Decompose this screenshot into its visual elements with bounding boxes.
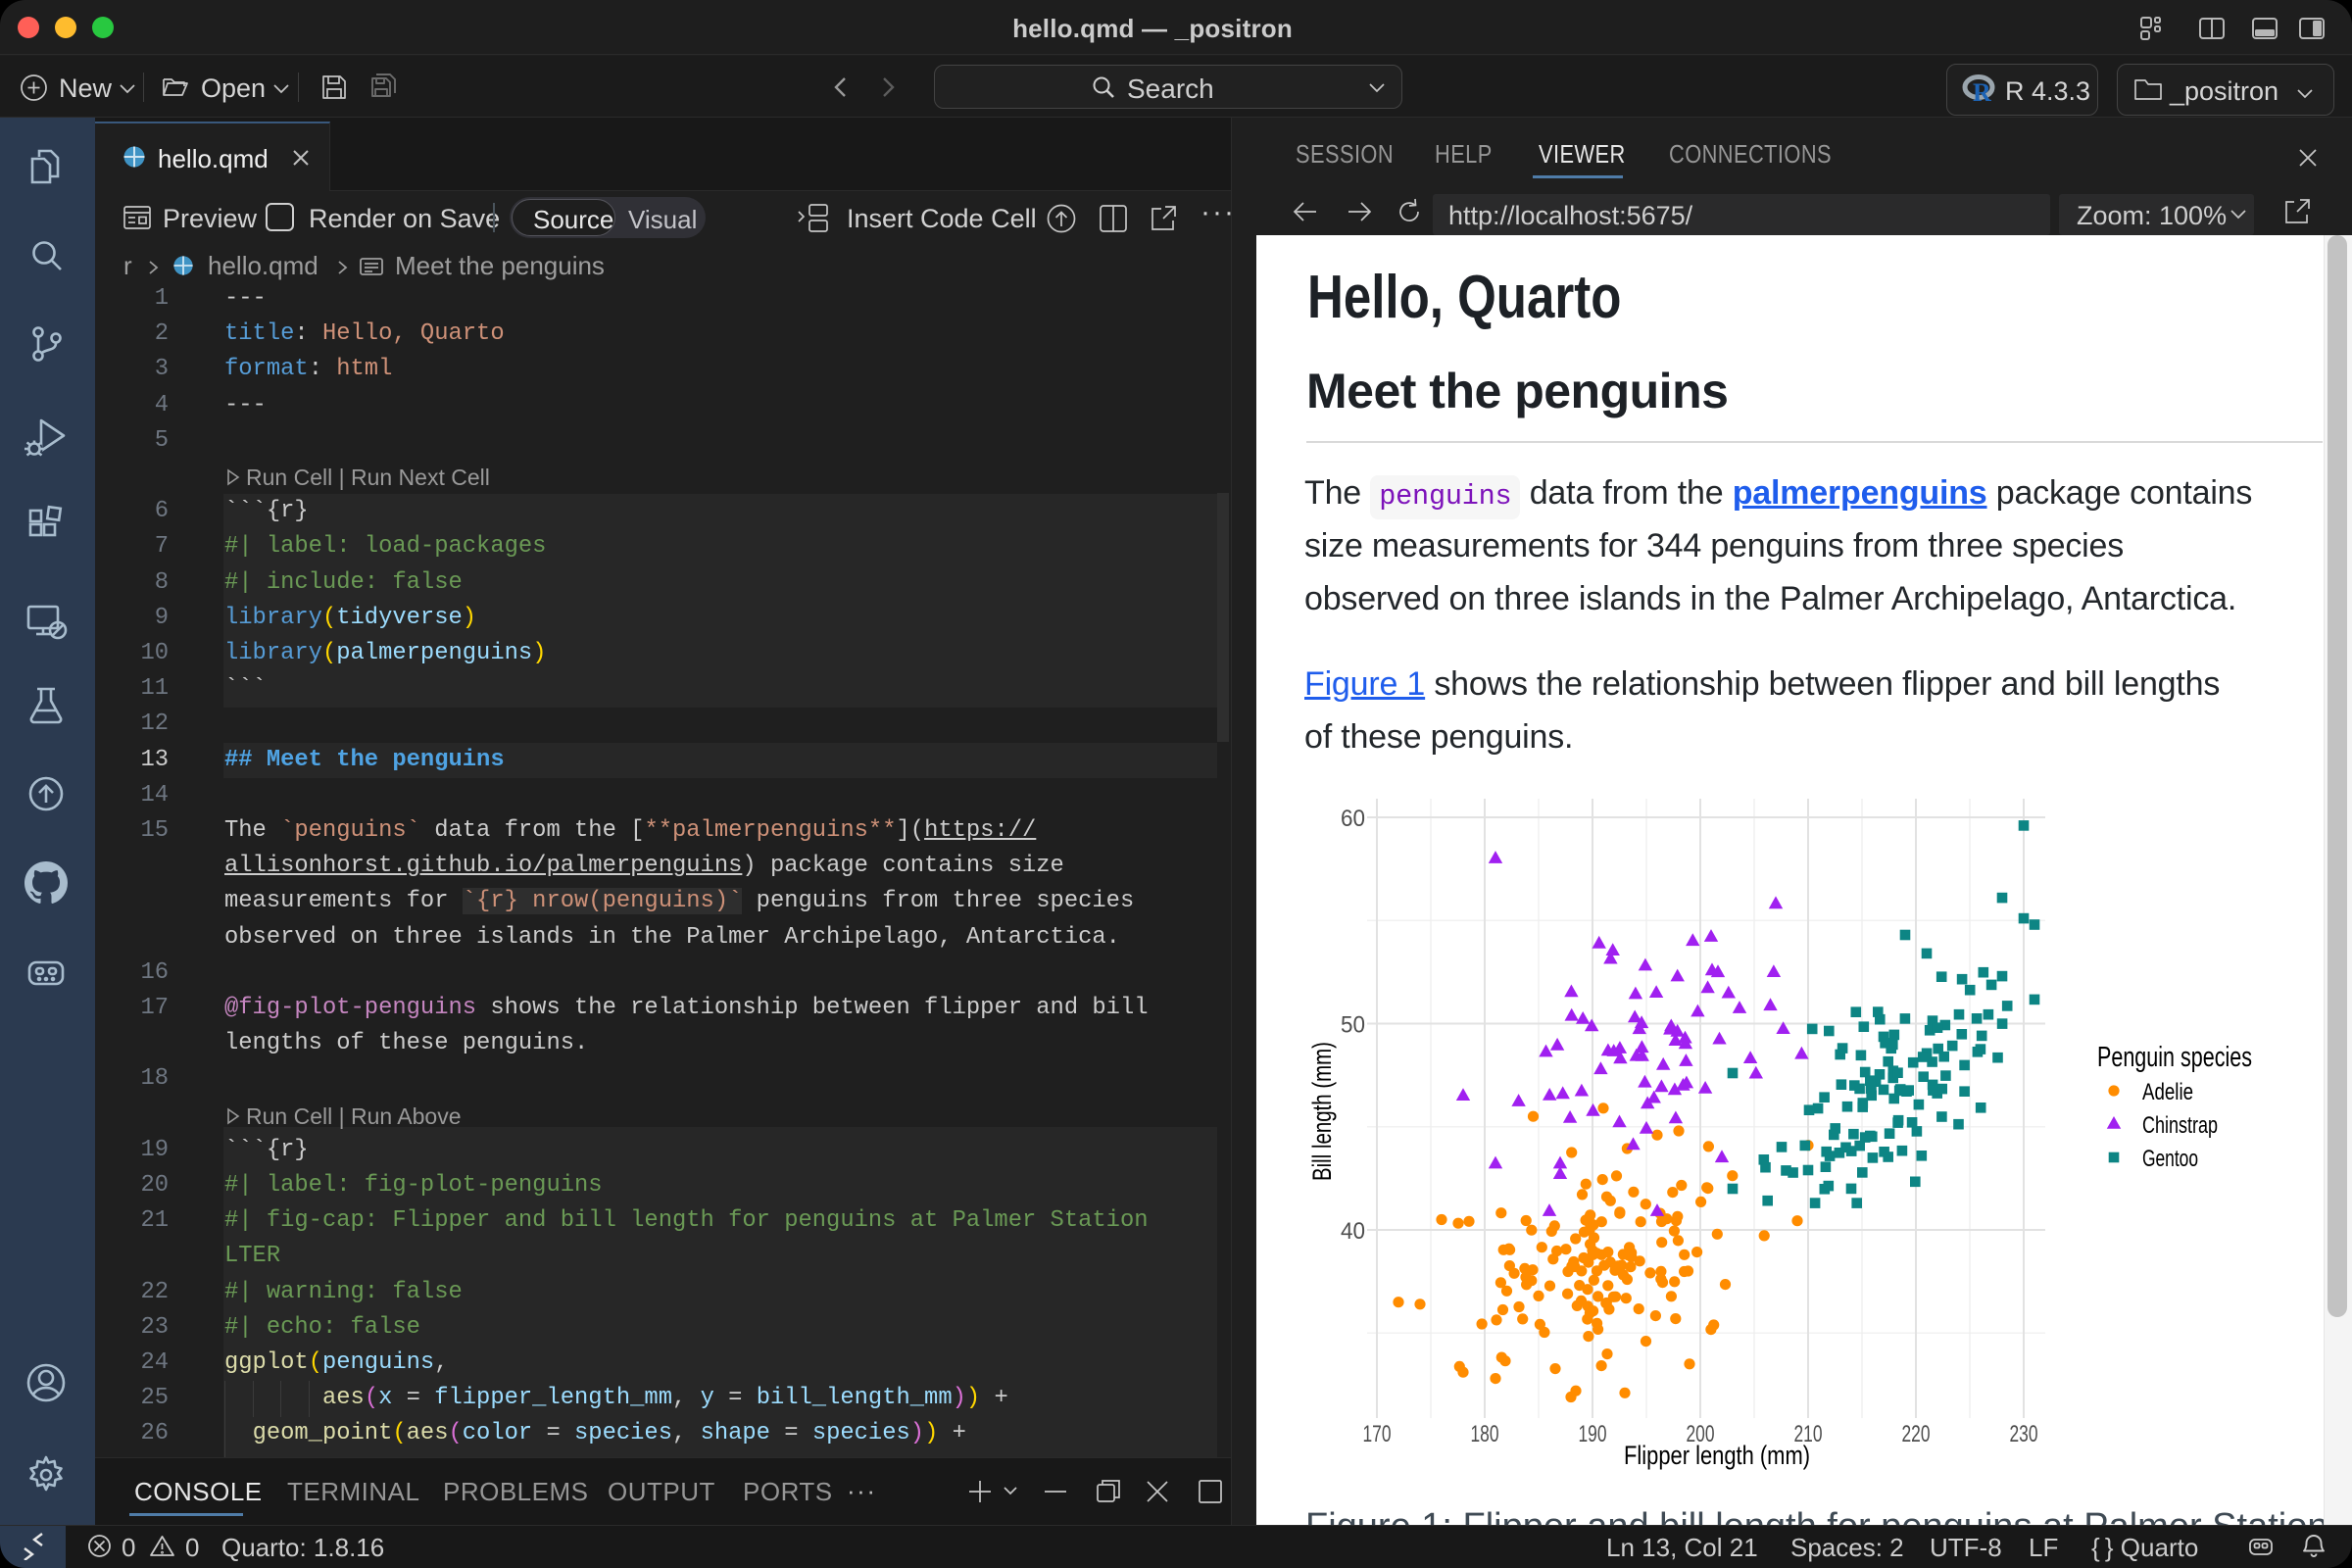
- svg-text:Chinstrap: Chinstrap: [2142, 1112, 2218, 1139]
- svg-text:Penguin species: Penguin species: [2097, 1042, 2252, 1073]
- svg-text:Flipper length (mm): Flipper length (mm): [1624, 1441, 1810, 1470]
- svg-text:230: 230: [2010, 1421, 2038, 1447]
- svg-text:170: 170: [1363, 1421, 1392, 1447]
- svg-text:60: 60: [1341, 806, 1365, 832]
- svg-text:R: R: [1973, 78, 1991, 104]
- svg-text:50: 50: [1341, 1012, 1365, 1039]
- svg-text:Adelie: Adelie: [2142, 1079, 2193, 1105]
- svg-text:190: 190: [1579, 1421, 1607, 1447]
- svg-text:Bill length (mm): Bill length (mm): [1307, 1042, 1337, 1181]
- svg-text:220: 220: [1902, 1421, 1931, 1447]
- svg-text:40: 40: [1341, 1218, 1365, 1245]
- svg-text:180: 180: [1471, 1421, 1499, 1447]
- svg-text:Gentoo: Gentoo: [2142, 1146, 2198, 1172]
